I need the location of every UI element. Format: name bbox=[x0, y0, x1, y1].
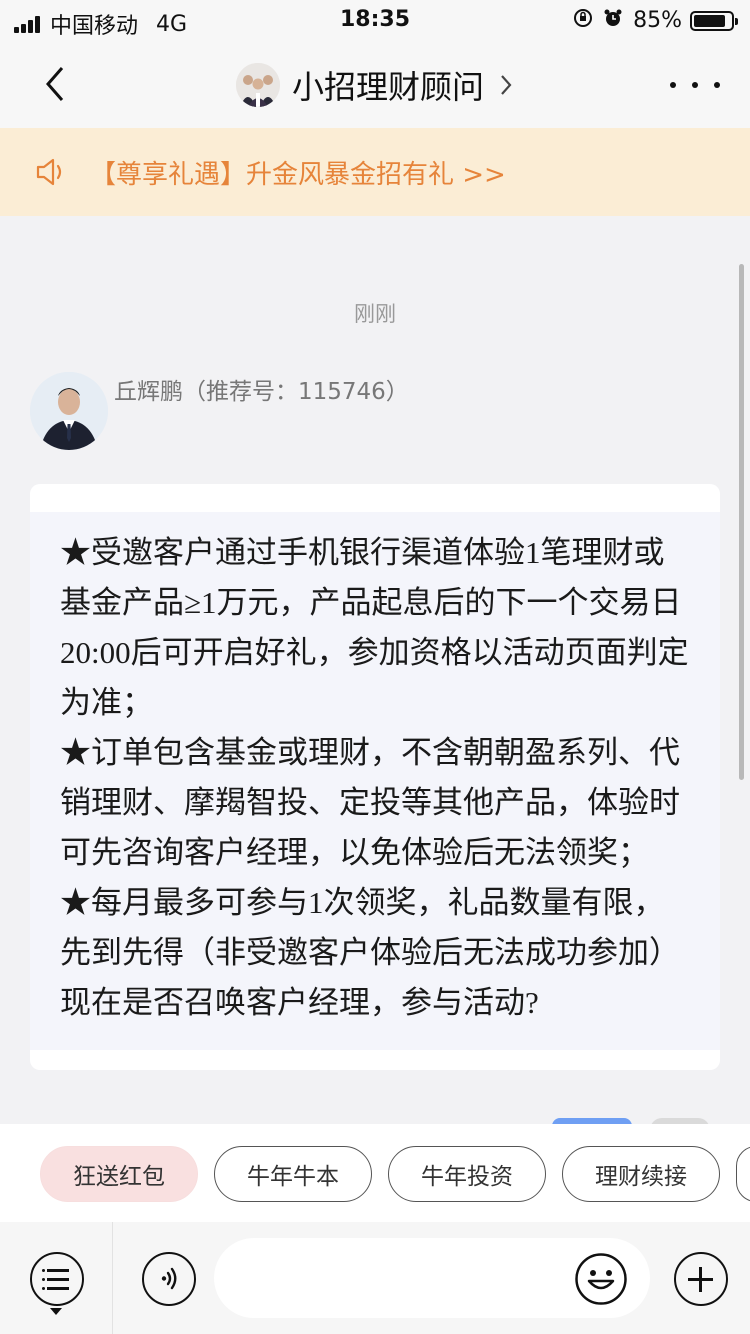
battery-level bbox=[694, 14, 725, 27]
quick-reply-chip[interactable]: 狂送红包 bbox=[40, 1146, 198, 1202]
more-dot bbox=[670, 82, 676, 88]
emoji-icon bbox=[575, 1253, 627, 1305]
quick-reply-label: 牛年投资 bbox=[421, 1164, 513, 1190]
status-right: 85% bbox=[573, 8, 738, 33]
bubble-header-strip bbox=[30, 484, 720, 512]
battery-icon bbox=[690, 10, 738, 31]
menu-dot bbox=[42, 1287, 45, 1290]
nav-title-group[interactable]: 小招理财顾问 bbox=[0, 62, 750, 108]
chat-area[interactable]: 刚刚 丘辉鹏（推荐号：115746） ★受邀客户通过手机银行渠道体验1笔理财或 … bbox=[0, 216, 750, 1124]
input-bar bbox=[0, 1222, 750, 1334]
more-dot bbox=[714, 82, 720, 88]
more-button[interactable] bbox=[670, 70, 720, 100]
sender-avatar[interactable] bbox=[30, 372, 108, 450]
menu-button[interactable] bbox=[30, 1252, 84, 1306]
promo-notice-text: 【尊享礼遇】升金风暴金招有礼 >> bbox=[90, 159, 506, 190]
emoji-button[interactable] bbox=[574, 1252, 628, 1306]
battery-percent: 85% bbox=[633, 8, 682, 33]
more-dot bbox=[692, 82, 698, 88]
input-divider bbox=[112, 1222, 113, 1334]
quick-reply-chip[interactable]: 理财续接 bbox=[562, 1146, 720, 1202]
menu-line bbox=[47, 1287, 69, 1290]
message-bubble[interactable]: ★受邀客户通过手机银行渠道体验1笔理财或 基金产品≥1万元，产品起息后的下一个交… bbox=[30, 484, 720, 1070]
caret-down-icon bbox=[50, 1308, 62, 1315]
chevron-right-icon bbox=[501, 75, 512, 95]
advisor-group-avatar bbox=[235, 63, 280, 107]
quick-reply-chip[interactable]: 牛年牛本 bbox=[214, 1146, 372, 1202]
quick-reply-label: 狂送红包 bbox=[73, 1164, 165, 1190]
voice-icon bbox=[161, 1267, 177, 1290]
quick-reply-bar[interactable]: 狂送红包 牛年牛本 牛年投资 理财续接 bbox=[0, 1124, 750, 1222]
quick-reply-chip[interactable] bbox=[736, 1146, 750, 1202]
quick-reply-chip[interactable]: 牛年投资 bbox=[388, 1146, 546, 1202]
alarm-icon bbox=[603, 8, 623, 33]
promo-notice-bar[interactable]: 【尊享礼遇】升金风暴金招有礼 >> bbox=[0, 128, 750, 216]
message-text: ★受邀客户通过手机银行渠道体验1笔理财或 基金产品≥1万元，产品起息后的下一个交… bbox=[60, 535, 689, 1020]
speaker-icon bbox=[36, 158, 62, 186]
quick-reply-label: 牛年牛本 bbox=[247, 1164, 339, 1190]
plus-button[interactable] bbox=[674, 1252, 728, 1306]
sender-name: 丘辉鹏（推荐号：115746） bbox=[114, 379, 409, 405]
message-timestamp: 刚刚 bbox=[354, 302, 396, 326]
menu-list-icon bbox=[42, 1269, 45, 1272]
menu-line bbox=[47, 1269, 69, 1272]
voice-button[interactable] bbox=[142, 1252, 196, 1306]
bubble-footer-strip bbox=[30, 1050, 720, 1070]
rotation-lock-icon bbox=[573, 8, 593, 33]
status-bar: 中国移动 4G 18:35 85% bbox=[0, 0, 750, 40]
nav-bar: 小招理财顾问 bbox=[0, 40, 750, 128]
menu-dot bbox=[42, 1278, 45, 1281]
scrollbar[interactable] bbox=[739, 264, 744, 780]
quick-reply-label: 理财续接 bbox=[595, 1164, 687, 1190]
menu-line bbox=[47, 1278, 69, 1281]
nav-title: 小招理财顾问 bbox=[291, 68, 484, 106]
